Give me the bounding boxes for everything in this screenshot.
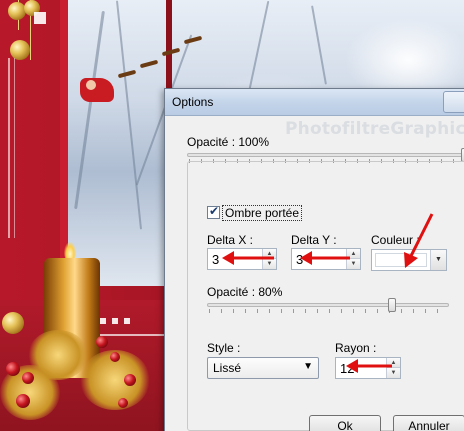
red-arrow-icon — [404, 213, 434, 268]
red-arrow-icon — [222, 251, 274, 265]
red-arrow-icon — [346, 359, 392, 373]
red-arrow-icon — [300, 251, 350, 265]
annotation-layer — [222, 213, 434, 373]
